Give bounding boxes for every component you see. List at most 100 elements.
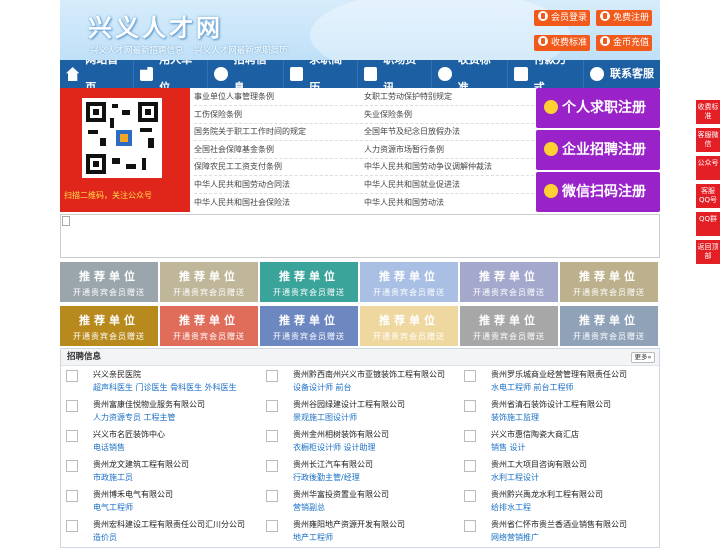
nav-employers[interactable]: 用人单位 bbox=[134, 53, 208, 94]
person-icon bbox=[544, 100, 558, 114]
company-logo bbox=[66, 400, 78, 412]
qr-code-panel: 扫描二维码，关注公众号 bbox=[60, 88, 190, 212]
policy-link[interactable]: 失业保险条例 bbox=[364, 106, 412, 124]
site-subtitle: 兴义人才网最新招聘信息 兴义人才网最新求职简历 bbox=[90, 44, 296, 56]
qr-caption: 扫描二维码，关注公众号 bbox=[64, 191, 152, 200]
job-item[interactable]: 贵州省仁怀市贵兰香酒业销售有限公司 网络营销推广 bbox=[459, 517, 655, 547]
job-item[interactable]: 贵州工大项目咨询有限公司 水利工程设计 bbox=[459, 457, 655, 487]
nav-pricing[interactable]: 收费标准 bbox=[432, 53, 508, 94]
side-qq-button[interactable]: 客服QQ号 bbox=[696, 184, 720, 208]
coin-recharge-button[interactable]: 金币充值 bbox=[596, 35, 652, 51]
company-logo bbox=[66, 430, 78, 442]
job-item[interactable]: 贵州黔西南州兴义市亚镀装饰工程有限公司 设备设计师 前台 bbox=[261, 367, 457, 397]
job-item[interactable]: 贵州宏科建设工程有限责任公司汇川分公司 造价员 bbox=[61, 517, 257, 547]
free-register-button[interactable]: 免费注册 bbox=[596, 10, 652, 26]
job-item[interactable]: 贵州金州相树装饰有限公司 衣橱柜设计师 设计助理 bbox=[261, 427, 457, 457]
nav-news[interactable]: 职场资讯 bbox=[358, 53, 432, 94]
company-logo bbox=[464, 370, 476, 382]
recommended-employer-tile[interactable]: 推荐单位 开通贵宾会员赠送 bbox=[460, 262, 558, 302]
job-item[interactable]: 兴义亲民医院 超声科医生 门诊医生 骨科医生 外科医生 bbox=[61, 367, 257, 397]
pricing-button[interactable]: 收费标准 bbox=[534, 35, 590, 51]
personal-register-button[interactable]: 个人求职注册 bbox=[536, 88, 660, 128]
nav-contact[interactable]: 联系客服 bbox=[584, 60, 660, 88]
job-item[interactable]: 贵州博禾电气有限公司 电气工程师 bbox=[61, 487, 257, 517]
wechat-register-button[interactable]: 微信扫码注册 bbox=[536, 172, 660, 212]
job-item[interactable]: 贵州长江汽车有限公司 行政後勤主管/经理 bbox=[261, 457, 457, 487]
job-item[interactable]: 贵州谷园绿建设计工程有限公司 景观施工图设计师 bbox=[261, 397, 457, 427]
recommended-employer-tile[interactable]: 推荐单位 开通贵宾会员赠送 bbox=[560, 306, 658, 346]
policy-link[interactable]: 全国年节及纪念日放假办法 bbox=[364, 123, 460, 141]
policy-link[interactable]: 中华人民共和国社会保险法 bbox=[194, 194, 290, 212]
recommended-employer-tile[interactable]: 推荐单位 开通贵宾会员赠送 bbox=[260, 306, 358, 346]
job-item[interactable]: 兴义市名匠装饰中心 电话销售 bbox=[61, 427, 257, 457]
job-item[interactable]: 贵州省清石装饰设计工程有限公司 装饰施工监理 bbox=[459, 397, 655, 427]
policy-link[interactable]: 中华人民共和国劳动法 bbox=[364, 194, 444, 212]
recommended-employer-tile[interactable]: 推荐单位 开通贵宾会员赠送 bbox=[360, 262, 458, 302]
job-item[interactable]: 贵州华富投资置业有限公司 营销副总 bbox=[261, 487, 457, 517]
side-wechat-button[interactable]: 客服微信 bbox=[696, 128, 720, 152]
recommended-employer-tile[interactable]: 推荐单位 开通贵宾会员赠送 bbox=[260, 262, 358, 302]
coin-icon bbox=[600, 36, 610, 46]
recommended-employer-tile[interactable]: 推荐单位 开通贵宾会员赠送 bbox=[60, 262, 158, 302]
news-icon bbox=[364, 67, 378, 81]
policy-link[interactable]: 工伤保险条例 bbox=[194, 106, 242, 124]
policy-link[interactable]: 事业单位人事管理条例 bbox=[194, 88, 274, 106]
policy-link[interactable]: 国务院关于职工工作时间的规定 bbox=[194, 123, 306, 141]
recommended-employer-tile[interactable]: 推荐单位 开通贵宾会员赠送 bbox=[160, 262, 258, 302]
company-logo bbox=[266, 520, 278, 532]
nav-jobs[interactable]: 招聘信息 bbox=[208, 53, 284, 94]
nav-home[interactable]: 网站首页 bbox=[60, 53, 134, 94]
back-to-top-button[interactable]: 返回顶部 bbox=[696, 240, 720, 264]
side-official-account-button[interactable]: 公众号 bbox=[696, 156, 720, 180]
header-decoration bbox=[310, 0, 570, 60]
company-logo bbox=[266, 460, 278, 472]
recommended-employer-tile[interactable]: 推荐单位 开通贵宾会员赠送 bbox=[360, 306, 458, 346]
job-listings-header: 招聘信息 更多» bbox=[61, 349, 659, 366]
user-icon bbox=[538, 11, 548, 21]
company-logo bbox=[66, 490, 78, 502]
policy-link[interactable]: 中华人民共和国劳动争议调解仲裁法 bbox=[364, 158, 492, 176]
policy-link[interactable]: 人力资源市场暂行条例 bbox=[364, 141, 444, 159]
nav-payment[interactable]: 付款方式 bbox=[508, 53, 584, 94]
home-icon bbox=[66, 67, 80, 81]
job-item[interactable]: 贵州雍阳地产资源开发有限公司 地产工程师 bbox=[261, 517, 457, 547]
company-logo bbox=[66, 460, 78, 472]
company-logo bbox=[266, 490, 278, 502]
ad-banner[interactable] bbox=[60, 214, 660, 258]
job-listings-title: 招聘信息 bbox=[67, 352, 102, 362]
main-nav: 网站首页 用人单位 招聘信息 求职简历 职场资讯 收费标准 付款方式 联系客服 bbox=[60, 53, 660, 94]
policy-link[interactable]: 女职工劳动保护特别规定 bbox=[364, 88, 452, 106]
member-login-button[interactable]: 会员登录 bbox=[534, 10, 590, 26]
policy-link[interactable]: 全国社会保障基金条例 bbox=[194, 141, 274, 159]
policy-link[interactable]: 中华人民共和国劳动合同法 bbox=[194, 176, 290, 194]
recommended-employers: 推荐单位 开通贵宾会员赠送 推荐单位 开通贵宾会员赠送 推荐单位 开通贵宾会员赠送 推… bbox=[60, 262, 660, 346]
wechat-icon bbox=[544, 184, 558, 198]
policy-link[interactable]: 中华人民共和国就业促进法 bbox=[364, 176, 460, 194]
company-register-button[interactable]: 企业招聘注册 bbox=[536, 130, 660, 170]
site-logo[interactable]: 兴义人才网 bbox=[88, 8, 223, 43]
nav-resumes[interactable]: 求职简历 bbox=[284, 53, 358, 94]
policy-links: 事业单位人事管理条例 女职工劳动保护特别规定 工伤保险条例 失业保险条例 国务院… bbox=[194, 88, 534, 212]
job-item[interactable]: 贵州龙文建筑工程有限公司 市政施工员 bbox=[61, 457, 257, 487]
job-item[interactable]: 贵州黔兴禹龙水利工程有限公司 给排水工程 bbox=[459, 487, 655, 517]
recommended-employer-tile[interactable]: 推荐单位 开通贵宾会员赠送 bbox=[460, 306, 558, 346]
phone-icon bbox=[590, 67, 604, 81]
recommended-employer-tile[interactable]: 推荐单位 开通贵宾会员赠送 bbox=[160, 306, 258, 346]
recommended-employer-tile[interactable]: 推荐单位 开通贵宾会员赠送 bbox=[60, 306, 158, 346]
site-header: 兴义人才网 兴义人才网最新招聘信息 兴义人才网最新求职简历 会员登录 免费注册 … bbox=[60, 0, 660, 60]
building-icon bbox=[140, 67, 154, 81]
recommended-employer-tile[interactable]: 推荐单位 开通贵宾会员赠送 bbox=[560, 262, 658, 302]
policy-link[interactable]: 保障农民工工资支付条例 bbox=[194, 158, 282, 176]
job-item[interactable]: 贵州富康佳悦物业服务有限公司 人力资源专员 工程主管 bbox=[61, 397, 257, 427]
side-pricing-button[interactable]: 收费标准 bbox=[696, 100, 720, 124]
job-item[interactable]: 贵州罗乐城商业经营管理有限责任公司 水电工程师 前台工程师 bbox=[459, 367, 655, 397]
add-user-icon bbox=[600, 11, 610, 21]
subtitle-jobs-link[interactable]: 兴义人才网最新招聘信息 bbox=[90, 46, 184, 56]
side-qq-group-button[interactable]: QQ群 bbox=[696, 212, 720, 236]
more-jobs-link[interactable]: 更多» bbox=[631, 352, 655, 363]
subtitle-resumes-link[interactable]: 兴义人才网最新求职简历 bbox=[194, 46, 288, 56]
job-item[interactable]: 兴义市惠信陶瓷大商汇店 销售 设计 bbox=[459, 427, 655, 457]
company-logo bbox=[266, 370, 278, 382]
price-icon bbox=[538, 36, 548, 46]
company-logo bbox=[464, 400, 476, 412]
